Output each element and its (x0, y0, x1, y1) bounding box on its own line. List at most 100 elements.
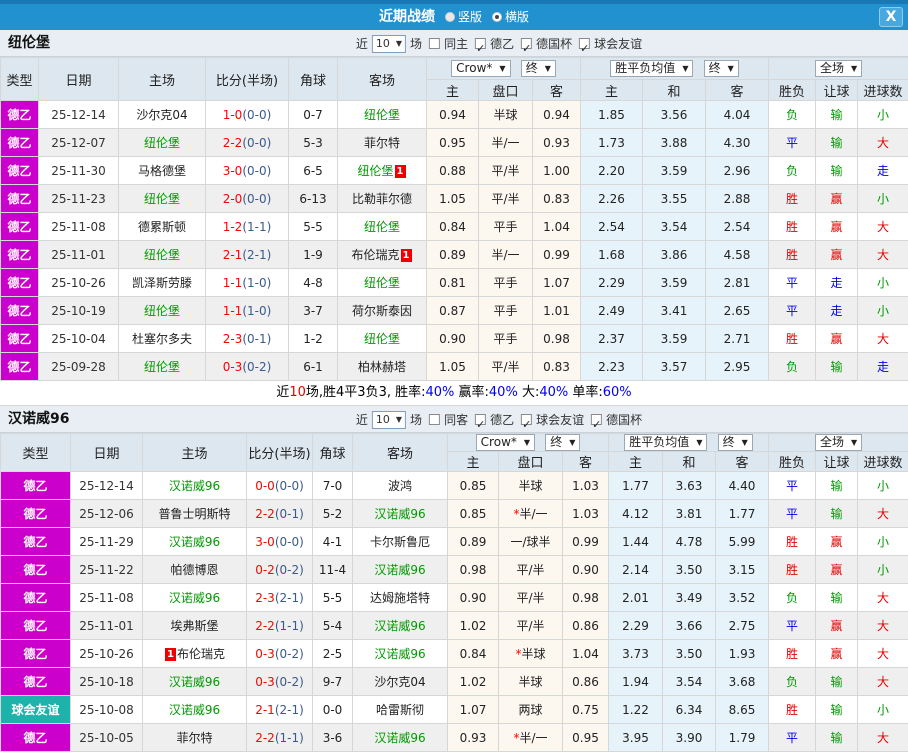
result-cell-value: 胜 (786, 535, 799, 549)
home-team-link[interactable]: 马格德堡 (138, 164, 186, 178)
away-team-link[interactable]: 比勒菲尔德 (352, 192, 412, 206)
match-count-select[interactable]: 10 ▼ (371, 34, 407, 53)
home-team-link[interactable]: 普鲁士明斯特 (158, 507, 230, 521)
away-team-link[interactable]: 波鸿 (388, 479, 412, 493)
home-team-link[interactable]: 帕德博恩 (170, 563, 218, 577)
league-filter[interactable]: 球会友谊 (579, 31, 644, 62)
checkbox-checked-icon[interactable] (475, 412, 487, 438)
match-count-select[interactable]: 10 ▼ (371, 410, 407, 429)
home-team-link[interactable]: 杜塞尔多夫 (132, 332, 192, 346)
away-team-link[interactable]: 纽伦堡 (364, 220, 400, 234)
away-team-link[interactable]: 卡尔斯鲁厄 (370, 535, 430, 549)
avg-home-cell: 1.22 (608, 695, 664, 724)
halftime-score: (0-0) (274, 478, 304, 493)
same-venue-filter[interactable]: 同客 (429, 407, 470, 433)
away-team-link[interactable]: 纽伦堡 (364, 332, 400, 346)
checkbox-checked-icon[interactable] (579, 36, 591, 62)
result-cell: 平 (768, 499, 817, 528)
avg-final-select[interactable]: 终 ▼ (703, 60, 739, 77)
dropdown-arrow-icon: ▼ (395, 38, 403, 48)
handicap-result-cell-value: 输 (830, 164, 843, 178)
home-team-link[interactable]: 纽伦堡 (144, 360, 180, 374)
col-goals: 进球数 (857, 451, 908, 472)
away-team-link[interactable]: 达姆施塔特 (370, 591, 430, 605)
odds-source-value: Crow* (456, 61, 493, 75)
avg-final-select[interactable]: 终 ▼ (717, 434, 753, 451)
home-team-link[interactable]: 沙尔克04 (136, 108, 187, 122)
home-team-link[interactable]: 布伦瑞克 (177, 647, 225, 661)
score-cell: 3-0(0-0) (246, 527, 313, 556)
home-team-link[interactable]: 汉诺威96 (169, 479, 220, 493)
league-type-cell: 德乙 (0, 611, 71, 640)
halftime-score: (1-1) (242, 219, 272, 234)
result-cell-value: 平 (786, 304, 799, 318)
home-team-link[interactable]: 凯泽斯劳滕 (132, 276, 192, 290)
home-team-cell: 纽伦堡 (118, 184, 206, 213)
checkbox-unchecked-icon[interactable] (429, 38, 441, 49)
home-odds-cell: 0.81 (426, 268, 479, 297)
away-team-link[interactable]: 汉诺威96 (374, 647, 425, 661)
home-team-link[interactable]: 纽伦堡 (144, 248, 180, 262)
away-team-link[interactable]: 布伦瑞克 (351, 248, 399, 262)
col-home: 主场 (118, 57, 206, 101)
radio-selected-icon[interactable] (492, 12, 502, 22)
home-team-link[interactable]: 汉诺威96 (169, 535, 220, 549)
league-filter[interactable]: 球会友谊 (521, 407, 586, 438)
match-date: 25-12-14 (70, 471, 143, 500)
match-row: 德乙 25-11-01 纽伦堡 2-1(2-1) 1-9 布伦瑞克 1 0.89 半/一 0.99… (0, 240, 908, 269)
away-team-link[interactable]: 汉诺威96 (374, 619, 425, 633)
home-team-link[interactable]: 德累斯顿 (138, 220, 186, 234)
away-team-link[interactable]: 沙尔克04 (374, 675, 425, 689)
league-filter[interactable]: 德国杯 (521, 31, 574, 62)
home-team-link[interactable]: 埃弗斯堡 (170, 619, 218, 633)
away-team-link[interactable]: 汉诺威96 (374, 563, 425, 577)
match-date: 25-11-29 (70, 527, 143, 556)
match-date: 25-10-26 (70, 639, 143, 668)
away-team-link[interactable]: 哈雷斯彻 (376, 703, 424, 717)
league-filter[interactable]: 德乙 (475, 31, 516, 62)
home-team-link[interactable]: 汉诺威96 (169, 703, 220, 717)
avg-type-select[interactable]: 胜平负均值 ▼ (624, 434, 708, 451)
radio-unselected-icon[interactable] (444, 12, 455, 22)
league-filter[interactable]: 德国杯 (591, 407, 644, 438)
home-team-link[interactable]: 菲尔特 (176, 731, 212, 745)
home-team-link[interactable]: 汉诺威96 (169, 675, 220, 689)
odds-final-select[interactable]: 终 ▼ (545, 434, 581, 451)
handicap-cell: 两球 (498, 695, 563, 724)
match-date: 25-10-26 (38, 268, 119, 297)
checkbox-checked-icon[interactable] (521, 412, 533, 438)
corner-cell: 2-5 (312, 639, 353, 668)
home-team-link[interactable]: 纽伦堡 (144, 304, 180, 318)
away-team-link[interactable]: 纽伦堡 (364, 108, 400, 122)
halftime-score: (0-2) (274, 562, 304, 577)
odds-source-select[interactable]: Crow* ▼ (451, 60, 511, 77)
corner-cell: 4-1 (312, 527, 353, 556)
avg-away-cell: 3.52 (715, 583, 770, 612)
same-venue-filter[interactable]: 同主 (429, 31, 470, 57)
away-team-link[interactable]: 汉诺威96 (374, 507, 425, 521)
checkbox-checked-icon[interactable] (475, 36, 487, 62)
scope-select[interactable]: 全场 ▼ (814, 434, 863, 451)
scope-select[interactable]: 全场 ▼ (814, 60, 863, 77)
away-team-link[interactable]: 汉诺威96 (374, 731, 425, 745)
away-team-link[interactable]: 荷尔斯泰因 (352, 304, 412, 318)
goals-result-cell: 小 (857, 555, 908, 584)
home-team-link[interactable]: 纽伦堡 (144, 136, 180, 150)
away-team-link[interactable]: 纽伦堡 (364, 276, 400, 290)
radio-vertical-layout[interactable]: 竖版 (444, 10, 482, 24)
avg-type-select[interactable]: 胜平负均值 ▼ (610, 60, 694, 77)
dropdown-arrow-icon: ▼ (850, 438, 858, 447)
home-odds-cell: 0.89 (426, 240, 479, 269)
checkbox-checked-icon[interactable] (591, 412, 603, 438)
away-team-link[interactable]: 菲尔特 (364, 136, 400, 150)
radio-horizontal-layout[interactable]: 横版 (492, 10, 529, 24)
close-icon[interactable]: X (879, 7, 903, 27)
odds-final-select[interactable]: 终 ▼ (520, 60, 556, 77)
away-team-link[interactable]: 柏林赫塔 (358, 360, 406, 374)
home-team-link[interactable]: 纽伦堡 (144, 192, 180, 206)
home-team-link[interactable]: 汉诺威96 (169, 591, 220, 605)
league-filter[interactable]: 德乙 (475, 407, 516, 438)
checkbox-checked-icon[interactable] (521, 36, 533, 62)
away-team-link[interactable]: 纽伦堡 (357, 164, 393, 178)
checkbox-unchecked-icon[interactable] (429, 414, 441, 425)
